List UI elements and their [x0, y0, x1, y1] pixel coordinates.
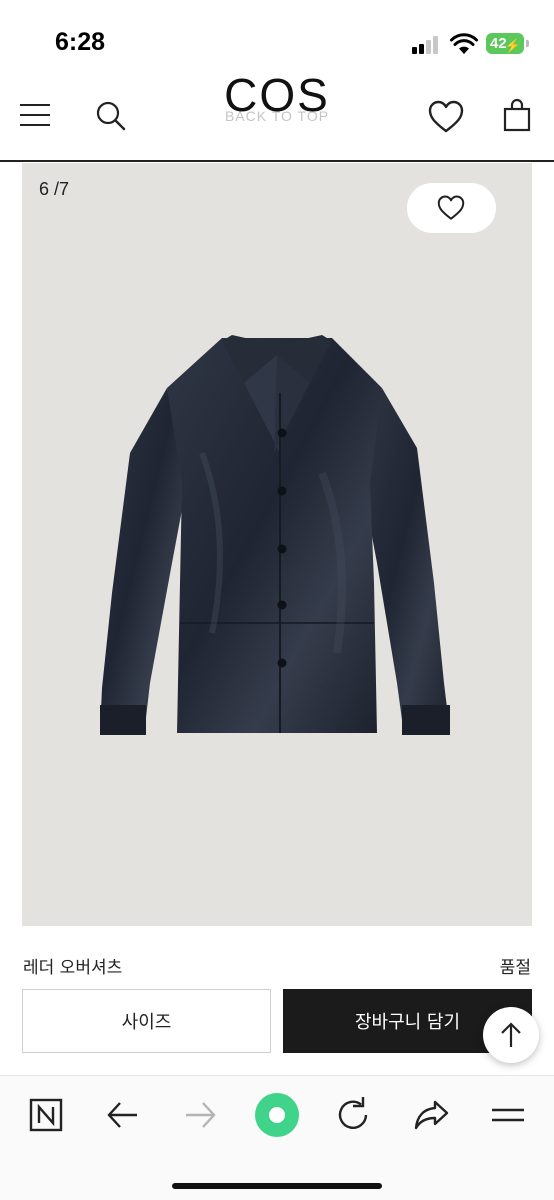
forward-arrow-icon[interactable]: [180, 1095, 220, 1135]
product-name: 레더 오버셔츠: [23, 958, 123, 978]
status-time: 6:28: [55, 28, 106, 56]
wifi-icon: [450, 33, 478, 54]
leather-overshirt-image: [100, 335, 450, 735]
naver-n-icon[interactable]: [26, 1095, 66, 1135]
charging-bolt-icon: ⚡: [504, 38, 521, 53]
share-icon[interactable]: [411, 1095, 451, 1135]
scroll-to-top-button[interactable]: [483, 1007, 539, 1063]
product-info: 레더 오버셔츠 품절: [0, 953, 554, 978]
menu-icon[interactable]: [488, 1095, 528, 1135]
cellular-signal-icon: [412, 36, 442, 54]
home-indicator[interactable]: [172, 1183, 382, 1189]
reload-icon[interactable]: [333, 1095, 373, 1135]
shopping-bag-icon[interactable]: [503, 98, 531, 132]
browser-toolbar: [0, 1075, 554, 1200]
product-image-gallery[interactable]: 6 /7: [22, 163, 532, 926]
image-counter: 6 /7: [39, 179, 70, 199]
back-arrow-icon[interactable]: [103, 1095, 143, 1135]
heart-icon: [437, 195, 465, 220]
size-button[interactable]: 사이즈: [22, 989, 271, 1053]
stock-status: 품절: [499, 958, 531, 978]
wishlist-button[interactable]: [407, 183, 496, 233]
green-dot-icon[interactable]: [254, 1092, 300, 1138]
site-header: COS BACK TO TOP: [0, 70, 554, 162]
back-to-top-link[interactable]: BACK TO TOP: [0, 108, 554, 124]
heart-icon[interactable]: [428, 100, 464, 134]
status-bar: 6:28 42 ⚡: [0, 0, 554, 70]
battery-icon: 42 ⚡: [486, 33, 524, 54]
arrow-up-icon: [501, 1022, 521, 1047]
battery-nub: [526, 40, 529, 47]
